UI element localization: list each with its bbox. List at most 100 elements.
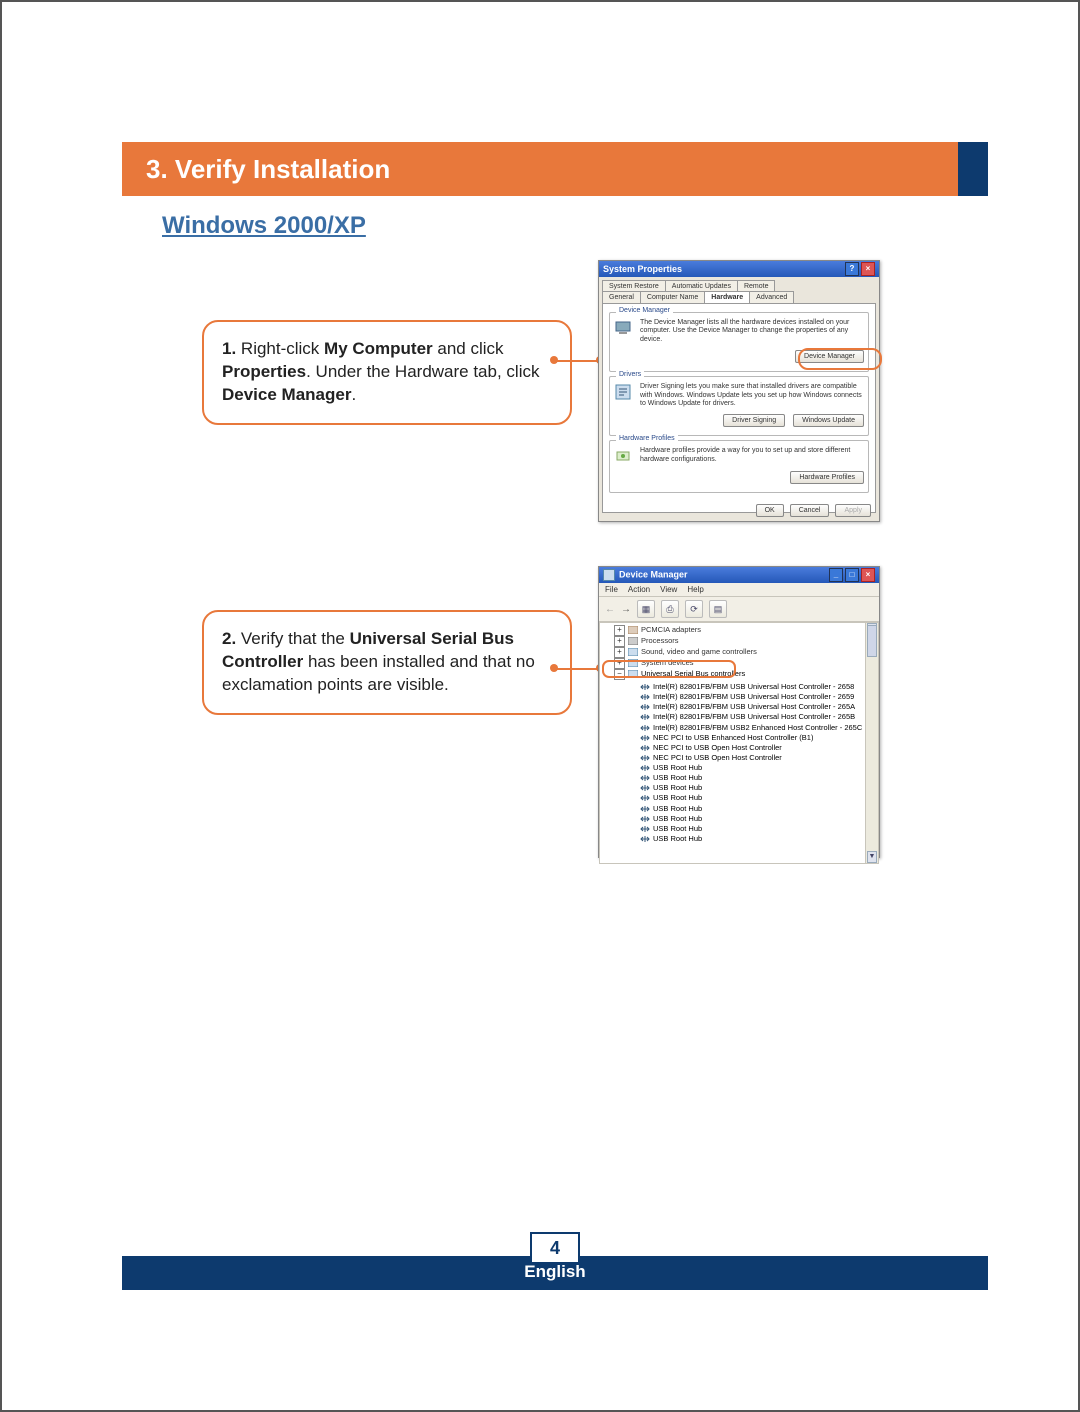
- device-manager-button[interactable]: Device Manager: [795, 350, 864, 363]
- section-title-cap: [958, 142, 988, 196]
- group-hardware-profiles-title: Hardware Profiles: [616, 435, 678, 442]
- hardware-panel: Device Manager The Device Manager lists …: [602, 303, 876, 513]
- tree-item[interactable]: USB Root Hub: [636, 814, 878, 824]
- tab-hardware[interactable]: Hardware: [704, 291, 750, 303]
- close-icon[interactable]: ×: [861, 262, 875, 276]
- toolbar-properties-icon[interactable]: ▦: [637, 600, 655, 618]
- tree-item-label: USB Root Hub: [653, 793, 702, 802]
- step-1-bold-3: Device Manager: [222, 385, 351, 404]
- tree-item[interactable]: Intel(R) 82801FB/FBM USB Universal Host …: [636, 702, 878, 712]
- usb-device-icon: [640, 774, 650, 782]
- connector-dot-1a: [550, 356, 558, 364]
- tree-item-label: USB Root Hub: [653, 763, 702, 772]
- tree-item-label: PCMCIA adapters: [641, 625, 701, 634]
- toolbar-print-icon[interactable]: ⎙: [661, 600, 679, 618]
- ok-button[interactable]: OK: [756, 504, 784, 517]
- expand-icon[interactable]: +: [614, 636, 625, 647]
- menu-view[interactable]: View: [660, 585, 677, 594]
- hardware-profiles-button[interactable]: Hardware Profiles: [790, 471, 864, 484]
- toolbar-scan-icon[interactable]: ▤: [709, 600, 727, 618]
- group-drivers-text: Driver Signing lets you make sure that i…: [640, 383, 864, 408]
- tree-item-label: USB Root Hub: [653, 773, 702, 782]
- group-hardware-profiles-text: Hardware profiles provide a way for you …: [640, 447, 864, 464]
- tree-item-label: Processors: [641, 636, 679, 645]
- tree-item[interactable]: NEC PCI to USB Open Host Controller: [636, 753, 878, 763]
- tree-item[interactable]: USB Root Hub: [636, 783, 878, 793]
- tree-item[interactable]: Intel(R) 82801FB/FBM USB2 Enhanced Host …: [636, 723, 878, 733]
- tree-item-usb-controllers[interactable]: −Universal Serial Bus controllers Intel(…: [610, 669, 878, 846]
- tree-item-label: USB Root Hub: [653, 783, 702, 792]
- tree-item[interactable]: + PCMCIA adapters: [610, 625, 878, 636]
- step-2-number: 2.: [222, 629, 236, 648]
- tree-item-label: NEC PCI to USB Enhanced Host Controller …: [653, 733, 813, 742]
- group-device-manager-title: Device Manager: [616, 307, 673, 314]
- expand-icon[interactable]: +: [614, 647, 625, 658]
- category-icon: [628, 659, 638, 667]
- tree-item[interactable]: USB Root Hub: [636, 763, 878, 773]
- hardware-profiles-icon: [614, 447, 632, 465]
- group-hardware-profiles: Hardware Profiles Hardware profiles prov…: [609, 440, 869, 493]
- scroll-down-icon[interactable]: ▼: [867, 851, 877, 863]
- system-properties-window: System Properties ? × System Restore Aut…: [598, 260, 880, 522]
- connector-line-2: [554, 668, 598, 670]
- usb-category-icon: [628, 670, 638, 678]
- help-icon[interactable]: ?: [845, 262, 859, 276]
- close-icon[interactable]: ×: [861, 568, 875, 582]
- tree-item[interactable]: USB Root Hub: [636, 793, 878, 803]
- menu-file[interactable]: File: [605, 585, 618, 594]
- tree-item[interactable]: USB Root Hub: [636, 773, 878, 783]
- tree-item[interactable]: Intel(R) 82801FB/FBM USB Universal Host …: [636, 712, 878, 722]
- device-manager-window: Device Manager _ □ × File Action View He…: [598, 566, 880, 858]
- usb-device-icon: [640, 683, 650, 691]
- tab-advanced[interactable]: Advanced: [749, 291, 794, 303]
- forward-icon[interactable]: →: [621, 604, 631, 615]
- tree-item[interactable]: NEC PCI to USB Open Host Controller: [636, 743, 878, 753]
- tab-computer-name[interactable]: Computer Name: [640, 291, 705, 303]
- connector-dot-2a: [550, 664, 558, 672]
- tree-item-label: USB Root Hub: [653, 804, 702, 813]
- maximize-icon[interactable]: □: [845, 568, 859, 582]
- scrollbar[interactable]: ▲ ▼: [865, 623, 878, 863]
- tree-item[interactable]: USB Root Hub: [636, 824, 878, 834]
- tree-item[interactable]: Intel(R) 82801FB/FBM USB Universal Host …: [636, 692, 878, 702]
- tree-item-label: Intel(R) 82801FB/FBM USB2 Enhanced Host …: [653, 723, 862, 732]
- usb-device-icon: [640, 815, 650, 823]
- expand-icon[interactable]: +: [614, 625, 625, 636]
- cancel-button[interactable]: Cancel: [790, 504, 830, 517]
- window-controls: _ □ ×: [829, 568, 875, 582]
- tree-item[interactable]: Intel(R) 82801FB/FBM USB Universal Host …: [636, 682, 878, 692]
- tree-item[interactable]: +Sound, video and game controllers: [610, 647, 878, 658]
- section-title-bar: 3. Verify Installation: [122, 142, 988, 196]
- usb-device-icon: [640, 835, 650, 843]
- minimize-icon[interactable]: _: [829, 568, 843, 582]
- tree-item-label: Intel(R) 82801FB/FBM USB Universal Host …: [653, 692, 854, 701]
- collapse-icon[interactable]: −: [614, 669, 625, 680]
- tree-item[interactable]: + Processors: [610, 636, 878, 647]
- usb-device-icon: [640, 713, 650, 721]
- tree-item[interactable]: NEC PCI to USB Enhanced Host Controller …: [636, 733, 878, 743]
- toolbar-refresh-icon[interactable]: ⟳: [685, 600, 703, 618]
- menu-action[interactable]: Action: [628, 585, 650, 594]
- toolbar: ← → ▦ ⎙ ⟳ ▤: [599, 597, 879, 622]
- group-device-manager: Device Manager The Device Manager lists …: [609, 312, 869, 372]
- tree-item[interactable]: +System devices: [610, 658, 878, 669]
- windows-update-button[interactable]: Windows Update: [793, 414, 864, 427]
- back-icon[interactable]: ←: [605, 604, 615, 615]
- group-drivers: Drivers Driver Signing lets you make sur…: [609, 376, 869, 436]
- category-icon: [628, 626, 638, 634]
- expand-icon[interactable]: +: [614, 658, 625, 669]
- step-2-callout: 2. Verify that the Universal Serial Bus …: [202, 610, 572, 715]
- manual-page: 3. Verify Installation Windows 2000/XP 1…: [0, 0, 1080, 1412]
- tab-general[interactable]: General: [602, 291, 641, 303]
- tree-item[interactable]: USB Root Hub: [636, 834, 878, 844]
- section-number: 3.: [146, 154, 168, 185]
- system-properties-titlebar: System Properties ? ×: [599, 261, 879, 277]
- tree-item[interactable]: USB Root Hub: [636, 804, 878, 814]
- category-icon: [628, 637, 638, 645]
- menu-help[interactable]: Help: [687, 585, 703, 594]
- tree-item-label: Intel(R) 82801FB/FBM USB Universal Host …: [653, 712, 855, 721]
- drivers-icon: [614, 383, 632, 401]
- apply-button[interactable]: Apply: [835, 504, 871, 517]
- scroll-thumb[interactable]: [867, 625, 877, 657]
- driver-signing-button[interactable]: Driver Signing: [723, 414, 785, 427]
